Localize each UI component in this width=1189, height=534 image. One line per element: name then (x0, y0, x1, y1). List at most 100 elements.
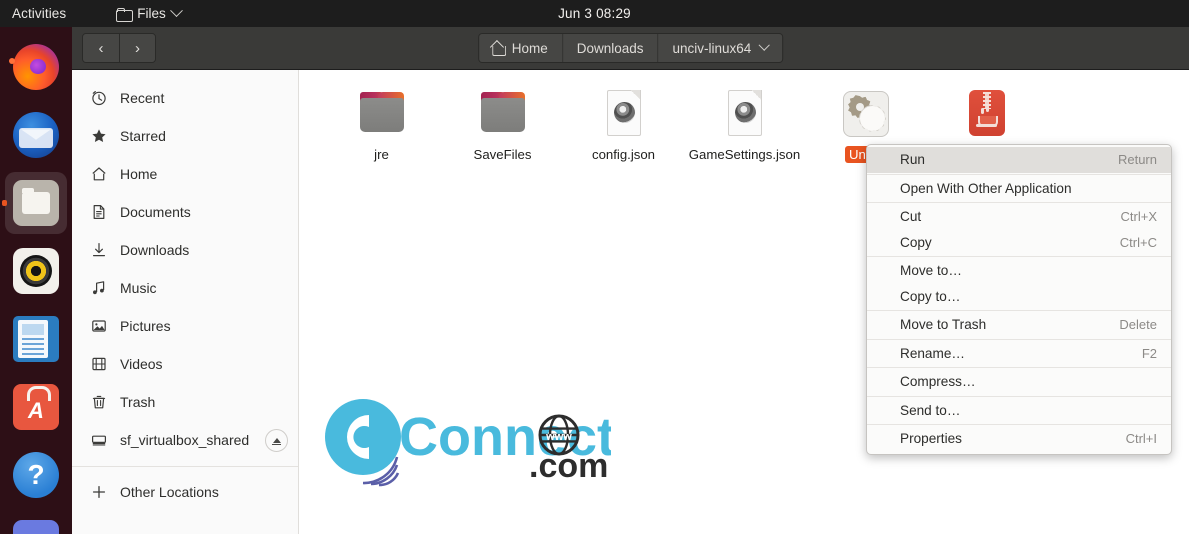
places-sidebar: Recent Starred Home Documents Downloads … (72, 70, 299, 534)
menu-separator (867, 310, 1171, 311)
dock-item-thunderbird[interactable] (0, 101, 72, 169)
file-item-savefiles[interactable]: SaveFiles (442, 82, 563, 167)
forward-button[interactable]: › (119, 34, 155, 62)
sidebar-item-starred[interactable]: Starred (72, 117, 298, 155)
sidebar-item-home[interactable]: Home (72, 155, 298, 193)
dock-item-help[interactable]: ? (0, 441, 72, 509)
drive-icon (90, 432, 107, 449)
window-header-bar: ‹ › Home Downloads unciv-linux64 (72, 27, 1189, 70)
help-icon: ? (13, 452, 59, 498)
home-icon (90, 166, 107, 183)
menu-item-label: Rename… (900, 345, 965, 361)
menu-separator (867, 367, 1171, 368)
menu-item-label: Copy (900, 234, 932, 250)
dock-item-libreoffice-writer[interactable] (0, 305, 72, 373)
sidebar-item-label: Trash (120, 394, 156, 410)
menu-item-label: Run (900, 152, 925, 168)
app-menu-label: Files (137, 6, 166, 21)
breadcrumb-item-unciv-linux64[interactable]: unciv-linux64 (657, 34, 783, 62)
music-note-icon (90, 280, 107, 297)
rhythmbox-icon (13, 248, 59, 294)
menu-item-label: Compress… (900, 374, 976, 390)
menu-item-accelerator: Ctrl+X (1120, 209, 1157, 225)
menu-separator (867, 338, 1171, 340)
menu-item-copy-to[interactable]: Copy to… (867, 284, 1171, 310)
menu-item-move-to-trash[interactable]: Move to Trash Delete (867, 312, 1171, 338)
menu-item-label: Open With Other Application (900, 180, 1072, 196)
dock-item-ubuntu-software[interactable]: A (0, 373, 72, 441)
menu-item-label: Copy to… (900, 288, 961, 304)
file-item-config-json[interactable]: config.json (563, 82, 684, 167)
breadcrumb: Home Downloads unciv-linux64 (477, 33, 784, 63)
menu-item-label: Move to Trash (900, 317, 987, 333)
sidebar-item-recent[interactable]: Recent (72, 79, 298, 117)
menu-separator (867, 256, 1171, 257)
sidebar-item-videos[interactable]: Videos (72, 345, 298, 383)
breadcrumb-item-home[interactable]: Home (478, 34, 562, 62)
menu-item-properties[interactable]: Properties Ctrl+I (867, 426, 1171, 452)
document-icon (90, 204, 107, 221)
ubuntu-software-icon: A (13, 384, 59, 430)
sidebar-item-sf-virtualbox-shared[interactable]: sf_virtualbox_shared (72, 421, 298, 459)
breadcrumb-label: Home (511, 40, 548, 56)
menu-item-compress[interactable]: Compress… (867, 369, 1171, 395)
menu-item-cut[interactable]: Cut Ctrl+X (867, 204, 1171, 230)
sidebar-item-trash[interactable]: Trash (72, 383, 298, 421)
app-grid-icon (13, 520, 59, 534)
menu-separator (867, 173, 1171, 175)
dock-item-firefox[interactable] (0, 33, 72, 101)
sidebar-item-pictures[interactable]: Pictures (72, 307, 298, 345)
menu-item-send-to[interactable]: Send to… (867, 398, 1171, 424)
plus-icon (90, 484, 107, 501)
folder-icon (116, 7, 134, 22)
java-archive-icon (961, 88, 1013, 140)
file-name-label: config.json (591, 147, 656, 162)
eject-icon[interactable] (265, 428, 288, 452)
sidebar-divider (72, 466, 298, 467)
home-icon (491, 42, 506, 56)
watermark-suffix: .com (529, 447, 608, 485)
sidebar-item-other-locations[interactable]: Other Locations (72, 473, 298, 511)
dock-item-rhythmbox[interactable] (0, 237, 72, 305)
image-icon (90, 318, 107, 335)
file-item-jre[interactable]: jre (321, 82, 442, 167)
sidebar-item-label: Home (120, 166, 158, 182)
sidebar-item-documents[interactable]: Documents (72, 193, 298, 231)
menu-item-run[interactable]: Run Return (867, 147, 1171, 173)
watermark-logo: Connect www .com (325, 399, 615, 487)
sidebar-item-downloads[interactable]: Downloads (72, 231, 298, 269)
top-bar-left-group: Activities Files (0, 0, 189, 27)
menu-item-open-with-other-application[interactable]: Open With Other Application (867, 176, 1171, 202)
file-name-label: GameSettings.json (688, 147, 801, 162)
sidebar-item-label: Videos (120, 356, 163, 372)
clock-icon (90, 90, 107, 107)
dock-item-show-applications[interactable] (0, 509, 72, 534)
dock-item-files[interactable] (0, 169, 72, 237)
json-file-icon (598, 88, 650, 140)
menu-item-accelerator: Return (1117, 152, 1157, 168)
chevron-down-icon (169, 4, 183, 18)
breadcrumb-item-downloads[interactable]: Downloads (561, 34, 658, 62)
breadcrumb-label: unciv-linux64 (672, 40, 752, 56)
menu-separator (867, 424, 1171, 425)
sidebar-item-label: Music (120, 280, 157, 296)
star-icon (90, 128, 107, 145)
menu-item-copy[interactable]: Copy Ctrl+C (867, 230, 1171, 256)
activities-button[interactable]: Activities (0, 0, 76, 27)
back-button[interactable]: ‹ (83, 34, 119, 62)
menu-separator (867, 395, 1171, 397)
app-menu-files[interactable]: Files (108, 0, 189, 27)
context-menu: Run Return Open With Other Application C… (866, 144, 1172, 455)
sidebar-item-label: Other Locations (120, 484, 219, 500)
file-item-gamesettings-json[interactable]: GameSettings.json (684, 82, 805, 167)
connect-com-watermark: Connect www .com (311, 385, 615, 495)
thunderbird-icon (13, 112, 59, 158)
menu-item-move-to[interactable]: Move to… (867, 258, 1171, 284)
menu-item-rename[interactable]: Rename… F2 (867, 341, 1171, 367)
sidebar-item-label: Documents (120, 204, 191, 220)
menu-item-label: Send to… (900, 402, 961, 418)
sidebar-item-music[interactable]: Music (72, 269, 298, 307)
gnome-top-bar: Activities Files Jun 3 08:29 (0, 0, 1189, 27)
menu-item-label: Cut (900, 209, 922, 225)
trash-icon (90, 394, 107, 411)
